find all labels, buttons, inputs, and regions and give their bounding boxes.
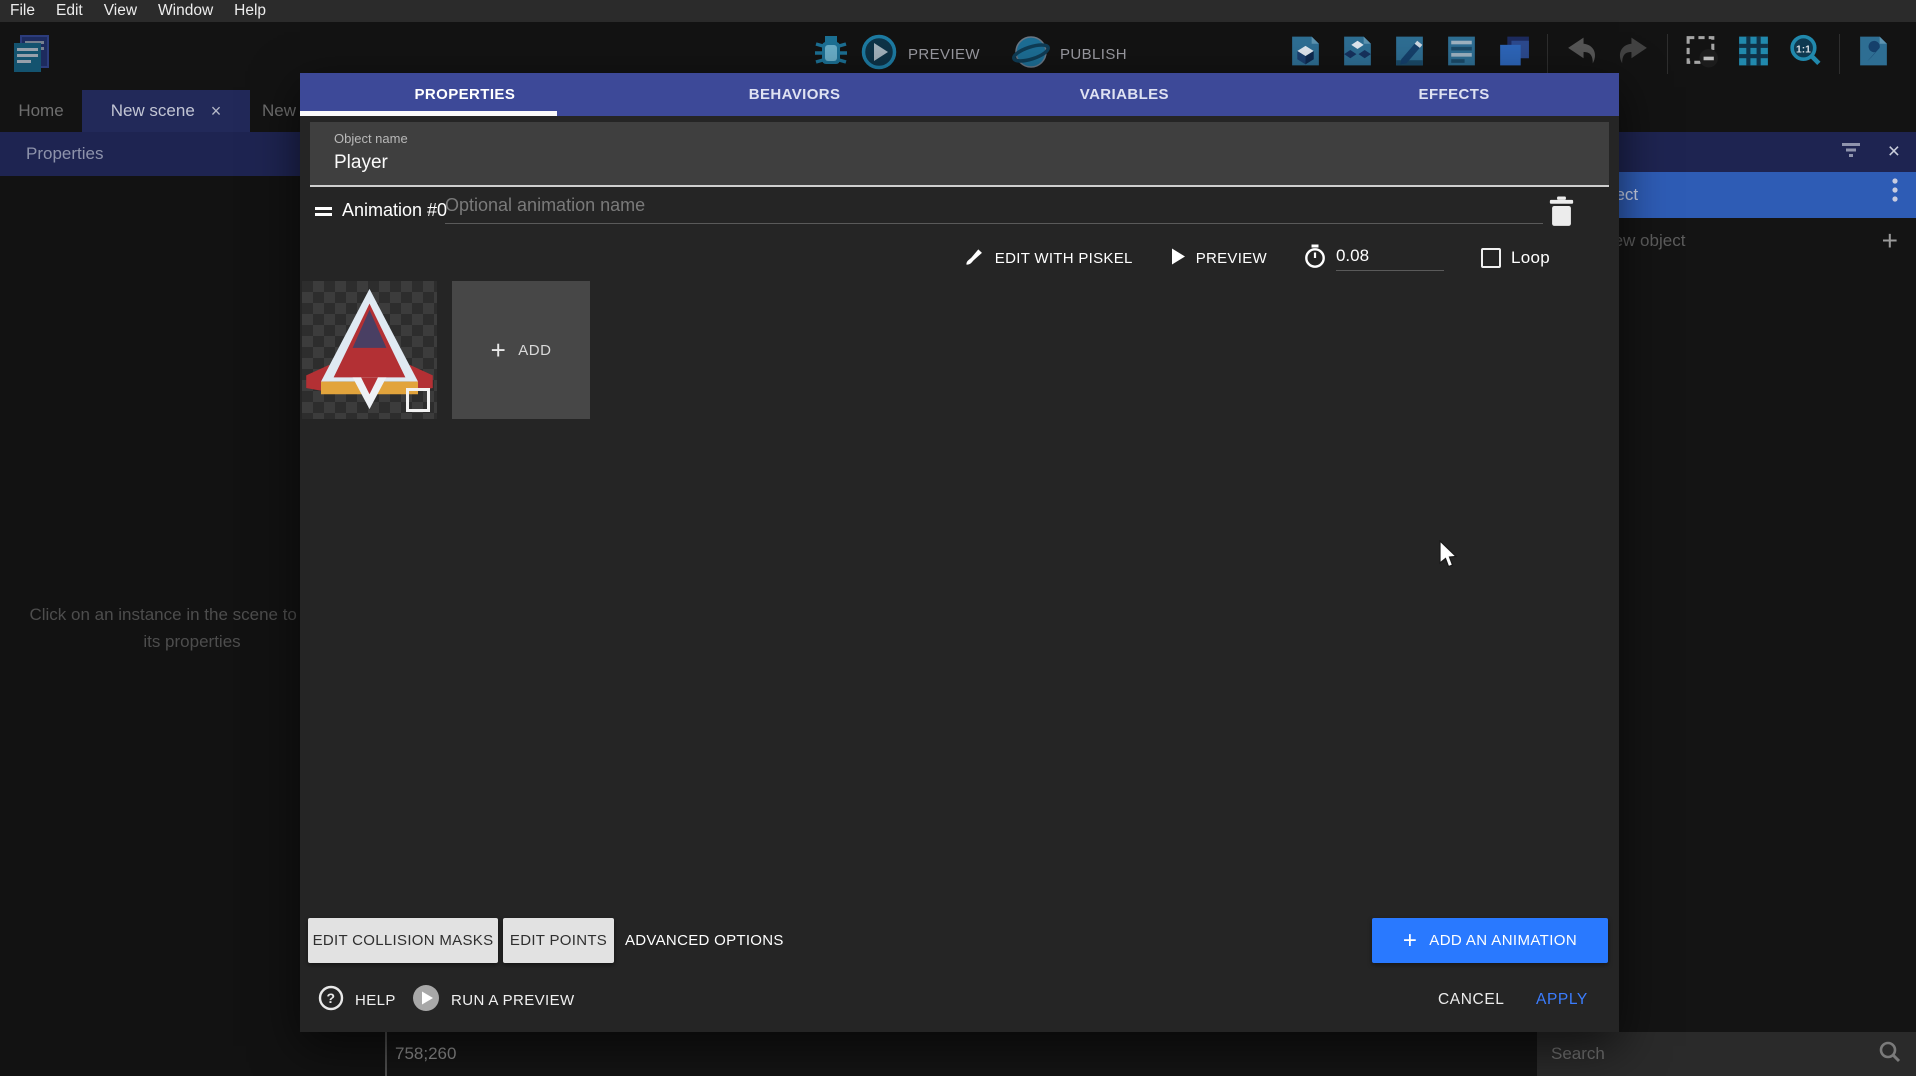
- brush-icon: [964, 246, 985, 271]
- objects-search-bar: [1537, 1032, 1916, 1076]
- delete-animation-icon[interactable]: [1548, 196, 1578, 228]
- toolbar-separator: [1547, 34, 1548, 74]
- add-object-plus-icon[interactable]: +: [1882, 231, 1898, 251]
- add-frame-button[interactable]: + ADD: [452, 281, 590, 419]
- edit-scene-icon[interactable]: [1391, 32, 1428, 75]
- object-name-field-label: Object name: [334, 131, 408, 146]
- run-a-preview-button[interactable]: RUN A PREVIEW: [412, 983, 575, 1017]
- tab-partial[interactable]: New: [262, 90, 296, 132]
- preview-animation-label: PREVIEW: [1196, 250, 1267, 267]
- preview-button[interactable]: PREVIEW: [908, 46, 980, 63]
- svg-text:?: ?: [327, 990, 336, 1006]
- cancel-button[interactable]: CANCEL: [1438, 983, 1504, 1017]
- menu-file[interactable]: File: [10, 2, 35, 20]
- undo-icon[interactable]: [1563, 32, 1600, 75]
- add-an-animation-label: ADD AN ANIMATION: [1429, 932, 1577, 949]
- advanced-options-button[interactable]: ADVANCED OPTIONS: [625, 918, 784, 963]
- canvas-status-bar: 758;260: [385, 1032, 1537, 1076]
- active-tab-indicator: [300, 111, 557, 116]
- publish-button[interactable]: PUBLISH: [1060, 46, 1127, 63]
- tab-home[interactable]: Home: [0, 90, 82, 132]
- edit-with-piskel-button[interactable]: EDIT WITH PISKEL: [964, 246, 1133, 271]
- zoom-1-1-icon[interactable]: 1:1: [1787, 32, 1824, 75]
- play-circle-icon: [412, 984, 440, 1016]
- object-name-input[interactable]: [334, 152, 1234, 174]
- menu-edit[interactable]: Edit: [56, 2, 83, 20]
- add-frame-label: ADD: [518, 342, 551, 359]
- search-icon: [1878, 1040, 1902, 1069]
- edit-collision-masks-button[interactable]: EDIT COLLISION MASKS: [308, 918, 498, 963]
- toolbar-right: 1:1: [1287, 32, 1892, 75]
- help-icon: ?: [318, 985, 344, 1015]
- tab-new-scene-label: New scene: [111, 101, 195, 121]
- publish-globe-icon[interactable]: [1012, 33, 1050, 76]
- animation-frames-row: + ADD: [302, 281, 590, 419]
- tab-variables[interactable]: VARIABLES: [960, 73, 1290, 116]
- frame-select-checkbox[interactable]: [406, 388, 430, 412]
- toolbar-separator: [1667, 34, 1668, 74]
- tab-effects[interactable]: EFFECTS: [1289, 73, 1619, 116]
- tab-behaviors[interactable]: BEHAVIORS: [630, 73, 960, 116]
- object-groups-icon[interactable]: [1339, 32, 1376, 75]
- gdevelop-window: File Edit View Window Help: [0, 0, 1916, 1076]
- loop-label: Loop: [1511, 248, 1550, 268]
- object-name-field: Object name: [310, 122, 1609, 187]
- plus-icon: +: [491, 340, 507, 360]
- loop-checkbox[interactable]: [1481, 248, 1501, 268]
- toolbar-separator: [1839, 34, 1840, 74]
- plus-icon: +: [1403, 931, 1417, 951]
- close-tab-icon[interactable]: ×: [211, 101, 222, 122]
- drag-handle-icon[interactable]: [315, 207, 332, 216]
- add-an-animation-button[interactable]: + ADD AN ANIMATION: [1372, 918, 1608, 963]
- redo-icon[interactable]: [1615, 32, 1652, 75]
- preview-play-icon[interactable]: [860, 33, 898, 76]
- debugger-icon[interactable]: [812, 32, 850, 77]
- time-between-frames-input[interactable]: [1336, 246, 1444, 271]
- menu-view[interactable]: View: [104, 2, 137, 20]
- instances-list-icon[interactable]: [1495, 32, 1532, 75]
- objects-search-input[interactable]: [1551, 1044, 1878, 1064]
- loop-toggle: Loop: [1481, 248, 1550, 268]
- filter-icon[interactable]: [1840, 142, 1862, 163]
- dialog-tab-bar: PROPERTIES BEHAVIORS VARIABLES EFFECTS: [300, 73, 1619, 116]
- play-icon: [1170, 247, 1186, 270]
- grid-icon[interactable]: [1735, 32, 1772, 75]
- cursor-coordinates: 758;260: [387, 1044, 456, 1064]
- close-panel-icon[interactable]: ×: [1888, 140, 1900, 164]
- animation-name-input[interactable]: [445, 195, 1543, 224]
- more-options-icon[interactable]: [1892, 178, 1898, 212]
- apply-button[interactable]: APPLY: [1536, 983, 1588, 1017]
- delete-selection-icon[interactable]: [1683, 32, 1720, 75]
- run-a-preview-label: RUN A PREVIEW: [451, 992, 575, 1009]
- settings-wrench-icon[interactable]: [1855, 32, 1892, 75]
- help-button[interactable]: ? HELP: [318, 983, 396, 1017]
- menu-window[interactable]: Window: [158, 2, 213, 20]
- menu-bar: File Edit View Window Help: [0, 0, 1916, 22]
- preview-animation-button[interactable]: PREVIEW: [1170, 247, 1267, 270]
- project-manager-icon[interactable]: [8, 30, 54, 81]
- help-label: HELP: [355, 992, 396, 1009]
- export-object-icon[interactable]: [1287, 32, 1324, 75]
- time-between-frames-field: [1304, 244, 1444, 273]
- frame-thumbnail[interactable]: [302, 281, 437, 419]
- tab-new-scene[interactable]: New scene ×: [82, 90, 250, 132]
- toolbar-center: PREVIEW PUBLISH: [812, 32, 1149, 77]
- stopwatch-icon: [1304, 244, 1326, 273]
- menu-help[interactable]: Help: [234, 2, 266, 20]
- svg-text:1:1: 1:1: [1796, 45, 1811, 56]
- object-editor-dialog: PROPERTIES BEHAVIORS VARIABLES EFFECTS O…: [300, 73, 1619, 1032]
- animation-title: Animation #0: [342, 200, 447, 221]
- scene-properties-icon[interactable]: [1443, 32, 1480, 75]
- edit-with-piskel-label: EDIT WITH PISKEL: [995, 250, 1133, 267]
- animation-tools-row: EDIT WITH PISKEL PREVIEW: [300, 240, 1550, 276]
- tab-properties[interactable]: PROPERTIES: [300, 73, 630, 116]
- edit-points-button[interactable]: EDIT POINTS: [503, 918, 614, 963]
